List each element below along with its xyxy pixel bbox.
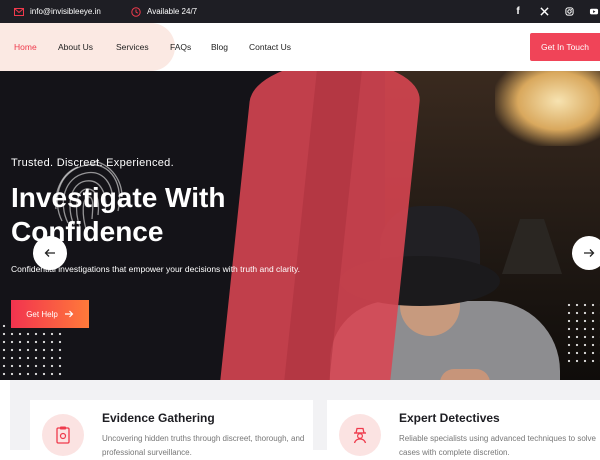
- features-section: Evidence Gathering Uncovering hidden tru…: [0, 380, 600, 460]
- feature-title: Evidence Gathering: [102, 411, 215, 425]
- dot-pattern-left: [0, 322, 62, 380]
- instagram-icon[interactable]: [562, 0, 576, 23]
- nav-link-contact[interactable]: Contact Us: [249, 23, 291, 71]
- facebook-icon[interactable]: f: [511, 0, 525, 23]
- get-help-label: Get Help: [26, 309, 58, 319]
- main-navigation: Home About Us Services FAQs Blog Contact…: [0, 23, 600, 71]
- nav-link-blog[interactable]: Blog: [211, 23, 228, 71]
- slider-next-button[interactable]: [572, 236, 600, 270]
- get-in-touch-button[interactable]: Get In Touch: [530, 33, 600, 61]
- feature-title: Expert Detectives: [399, 411, 500, 425]
- dot-pattern-right: [565, 301, 600, 363]
- nav-link-services[interactable]: Services: [116, 23, 149, 71]
- detective-hand: [440, 369, 490, 380]
- lamp-light: [495, 71, 600, 146]
- hero-headline-line1: Investigate With: [11, 182, 226, 213]
- top-bar: info@invisibleeye.in Available 24/7 f: [0, 0, 600, 23]
- nav-link-faqs[interactable]: FAQs: [170, 23, 191, 71]
- nav-link-home[interactable]: Home: [14, 23, 37, 71]
- slider-prev-button[interactable]: [33, 236, 67, 270]
- feature-card-evidence[interactable]: Evidence Gathering Uncovering hidden tru…: [30, 400, 313, 460]
- hero-section: Trusted. Discreet. Experienced. Investig…: [0, 71, 600, 380]
- email-contact[interactable]: info@invisibleeye.in: [14, 0, 101, 23]
- x-icon[interactable]: [537, 0, 551, 23]
- get-help-button[interactable]: Get Help: [11, 300, 89, 328]
- feature-description: Reliable specialists using advanced tech…: [399, 434, 597, 457]
- availability-text: Available 24/7: [147, 7, 198, 16]
- email-text: info@invisibleeye.in: [30, 7, 101, 16]
- feature-description: Uncovering hidden truths through discree…: [102, 434, 305, 457]
- envelope-icon: [14, 7, 24, 16]
- availability: Available 24/7: [131, 0, 197, 23]
- arrow-right-icon: [64, 310, 74, 318]
- nav-link-about[interactable]: About Us: [58, 23, 93, 71]
- arrow-right-icon: [584, 249, 595, 257]
- youtube-icon[interactable]: [587, 0, 600, 23]
- hero-tagline: Trusted. Discreet. Experienced.: [11, 157, 174, 169]
- feature-card-detectives[interactable]: Expert Detectives Reliable specialists u…: [327, 400, 600, 460]
- arrow-left-icon: [44, 249, 55, 257]
- clock-icon: [131, 6, 141, 17]
